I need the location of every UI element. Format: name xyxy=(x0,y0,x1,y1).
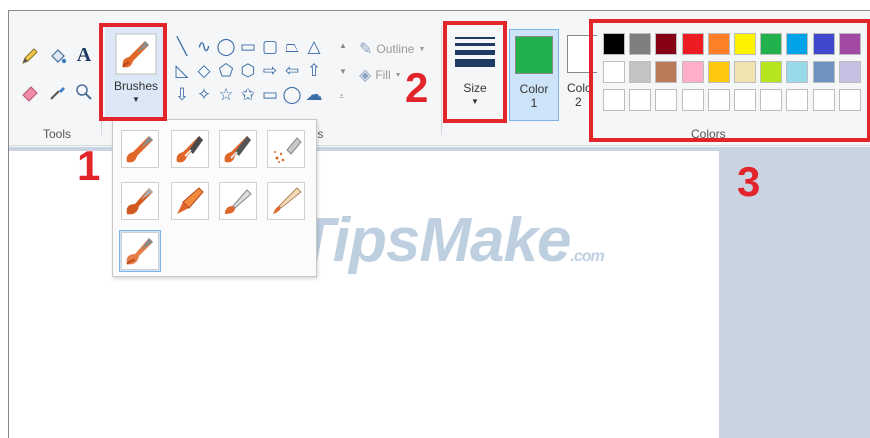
gallery-scroll-down-icon[interactable]: ▼ xyxy=(339,67,347,76)
color-picker-icon[interactable] xyxy=(47,81,69,103)
right-triangle-shape-icon[interactable]: ◺ xyxy=(171,59,193,81)
rounded-rectangle-shape-icon[interactable]: ▢ xyxy=(259,35,281,57)
hexagon-shape-icon[interactable]: ⬡ xyxy=(237,59,259,81)
annotation-number-2: 2 xyxy=(405,64,429,111)
brush-option-oil[interactable] xyxy=(119,180,161,222)
calligraphy-brush-1-icon xyxy=(171,130,209,168)
oval-callout-shape-icon[interactable]: ◯ xyxy=(281,83,303,105)
cloud-callout-shape-icon[interactable]: ☁ xyxy=(303,83,325,105)
paint-window: A Tools Brushes ▼ ╲ ∿ ◯ ▭ ▢ ⏢ △ ◺ ◇ ⬠ ⬡ … xyxy=(8,10,870,438)
marker-icon xyxy=(219,182,257,220)
airbrush-icon xyxy=(267,130,305,168)
outline-icon: ✎ xyxy=(359,41,373,58)
diamond-shape-icon[interactable]: ◇ xyxy=(193,59,215,81)
oval-shape-icon[interactable]: ◯ xyxy=(215,35,237,57)
annotation-box-size xyxy=(443,21,507,123)
right-arrow-shape-icon[interactable]: ⇨ xyxy=(259,59,281,81)
text-icon[interactable]: A xyxy=(73,44,95,66)
brush-option-brush[interactable] xyxy=(119,128,161,170)
outline-label: Outline xyxy=(376,42,415,56)
triangle-shape-icon[interactable]: △ xyxy=(303,35,325,57)
curve-shape-icon[interactable]: ∿ xyxy=(193,35,215,57)
brushes-dropdown-menu xyxy=(112,119,317,277)
color1-label: Color xyxy=(519,82,549,96)
watermark: TipsMake.com xyxy=(297,206,605,275)
natural-pencil-icon xyxy=(267,182,305,220)
six-point-star-shape-icon[interactable]: ✩ xyxy=(237,83,259,105)
up-arrow-shape-icon[interactable]: ⇧ xyxy=(303,59,325,81)
brush-option-calligraphy-1[interactable] xyxy=(169,128,211,170)
four-point-star-shape-icon[interactable]: ✧ xyxy=(193,83,215,105)
fill-bucket-icon[interactable] xyxy=(47,45,69,67)
color1-button[interactable]: Color 1 xyxy=(509,29,559,121)
magnifier-icon[interactable] xyxy=(73,81,95,103)
pencil-icon[interactable] xyxy=(19,45,41,67)
brush-option-natural-pencil[interactable] xyxy=(265,180,307,222)
watercolor-brush-icon xyxy=(121,232,159,270)
annotation-number-1: 1 xyxy=(77,142,101,189)
brush-icon xyxy=(121,130,159,168)
brush-option-calligraphy-2[interactable] xyxy=(217,128,259,170)
annotation-box-colors xyxy=(589,19,870,142)
rectangle-shape-icon[interactable]: ▭ xyxy=(237,35,259,57)
oil-brush-icon xyxy=(121,182,159,220)
brush-option-crayon[interactable] xyxy=(169,180,211,222)
brush-option-airbrush[interactable] xyxy=(265,128,307,170)
shapes-gallery[interactable]: ╲ ∿ ◯ ▭ ▢ ⏢ △ ◺ ◇ ⬠ ⬡ ⇨ ⇦ ⇧ ⇩ ✧ ☆ ✩ ▭ ◯ … xyxy=(171,35,333,115)
color1-number: 1 xyxy=(530,96,538,110)
gallery-expand-icon[interactable]: ⩡ xyxy=(339,91,344,102)
five-point-star-shape-icon[interactable]: ☆ xyxy=(215,83,237,105)
polygon-shape-icon[interactable]: ⏢ xyxy=(281,35,303,57)
brush-option-marker[interactable] xyxy=(217,180,259,222)
annotation-number-3: 3 xyxy=(737,158,761,205)
eraser-icon[interactable] xyxy=(19,81,41,103)
fill-label: Fill xyxy=(375,68,391,82)
tools-group-label: Tools xyxy=(43,127,72,141)
gallery-scroll-up-icon[interactable]: ▲ xyxy=(339,41,347,50)
pentagon-shape-icon[interactable]: ⬠ xyxy=(215,59,237,81)
annotation-box-brushes xyxy=(99,23,167,121)
rectangular-callout-shape-icon[interactable]: ▭ xyxy=(259,83,281,105)
fill-icon: ◈ xyxy=(359,67,372,84)
left-arrow-shape-icon[interactable]: ⇦ xyxy=(281,59,303,81)
crayon-icon xyxy=(171,182,209,220)
brush-option-watercolor[interactable] xyxy=(119,230,161,272)
down-arrow-shape-icon[interactable]: ⇩ xyxy=(171,83,193,105)
calligraphy-brush-2-icon xyxy=(219,130,257,168)
outline-dropdown[interactable]: ✎ Outline ▼ xyxy=(359,39,425,59)
color1-swatch xyxy=(515,36,553,74)
line-shape-icon[interactable]: ╲ xyxy=(171,35,193,57)
fill-dropdown[interactable]: ◈ Fill ▼ xyxy=(359,65,402,85)
